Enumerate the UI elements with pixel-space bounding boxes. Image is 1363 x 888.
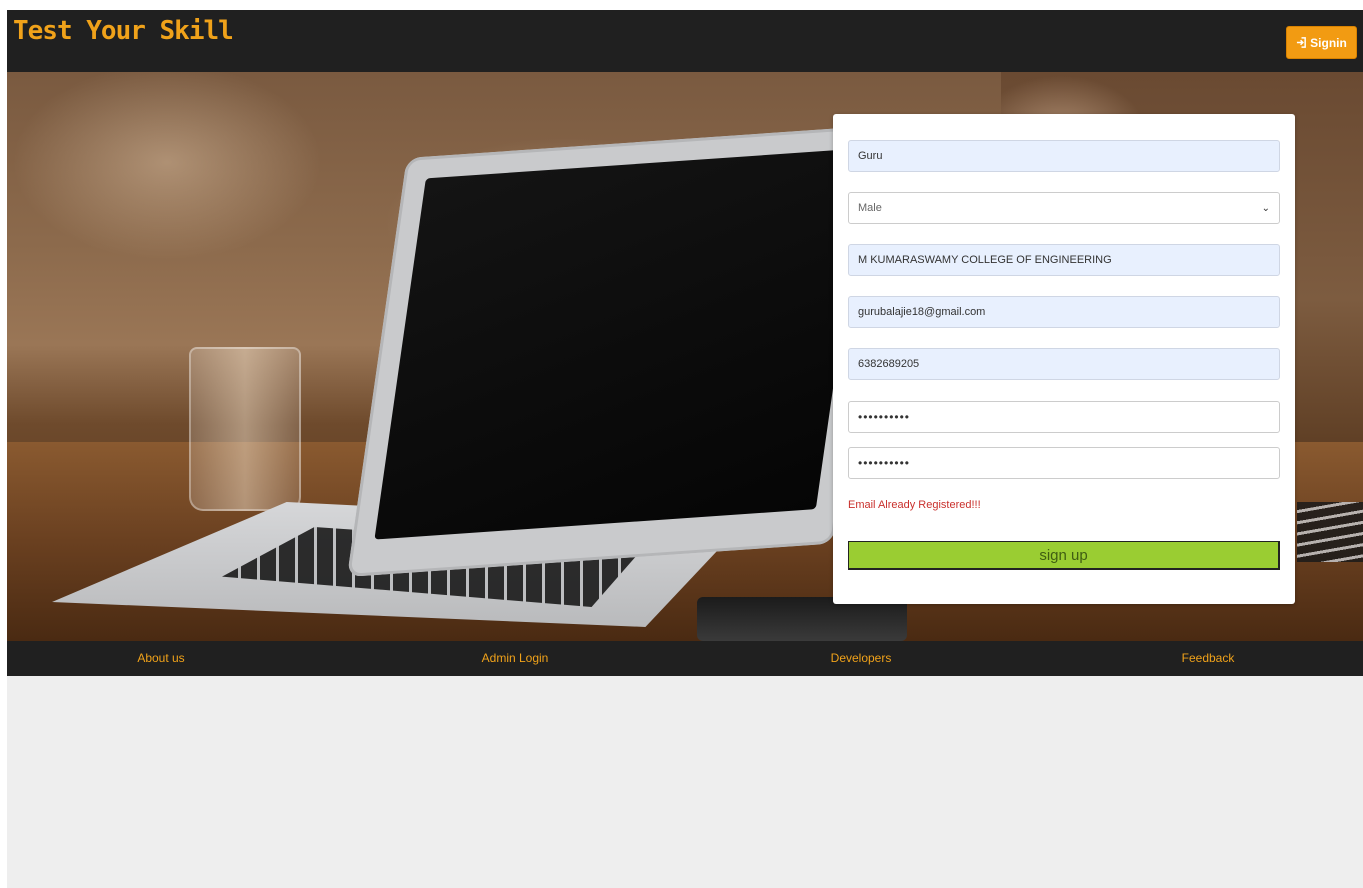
name-field[interactable]: Guru (848, 140, 1280, 172)
footer-link-admin-login[interactable]: Admin Login (482, 651, 549, 665)
phone-field[interactable]: 6382689205 (848, 348, 1280, 380)
gender-select-value: Male (858, 202, 882, 214)
footer-nav: About us Admin Login Developers Feedback (7, 641, 1363, 676)
gender-select[interactable]: Male ⌄ (848, 192, 1280, 224)
email-field-value: gurubalajie18@gmail.com (858, 306, 986, 318)
footer-link-about-us[interactable]: About us (137, 651, 184, 665)
confirm-password-field[interactable]: •••••••••• (848, 447, 1280, 479)
sign-in-icon (1297, 37, 1307, 48)
password-mask: •••••••••• (858, 410, 911, 424)
water-glass (189, 347, 301, 511)
college-field[interactable]: M KUMARASWAMY COLLEGE OF ENGINEERING (848, 244, 1280, 276)
signin-button[interactable]: Signin (1286, 26, 1357, 59)
top-navbar: Test Your Skill Signin (7, 10, 1363, 72)
signup-form: Guru Male ⌄ M KUMARASWAMY COLLEGE OF ENG… (833, 114, 1295, 604)
error-message: Email Already Registered!!! (848, 499, 981, 511)
college-field-value: M KUMARASWAMY COLLEGE OF ENGINEERING (858, 254, 1112, 266)
password-field[interactable]: •••••••••• (848, 401, 1280, 433)
signup-button[interactable]: sign up (848, 541, 1280, 570)
signin-label: Signin (1310, 35, 1347, 50)
phone-field-value: 6382689205 (858, 358, 920, 370)
name-field-value: Guru (858, 150, 883, 162)
footer-link-feedback[interactable]: Feedback (1182, 651, 1235, 665)
chevron-down-icon: ⌄ (1261, 202, 1270, 214)
confirm-password-mask: •••••••••• (858, 456, 911, 470)
brand-title[interactable]: Test Your Skill (13, 16, 234, 46)
page: Test Your Skill Signin Guru Male ⌄ M KUM… (7, 10, 1363, 888)
footer-link-developers[interactable]: Developers (831, 651, 892, 665)
laptop-lid (347, 124, 893, 578)
laptop-keyboard-partial (1297, 502, 1363, 562)
email-field[interactable]: gurubalajie18@gmail.com (848, 296, 1280, 328)
laptop-screen (374, 148, 868, 540)
